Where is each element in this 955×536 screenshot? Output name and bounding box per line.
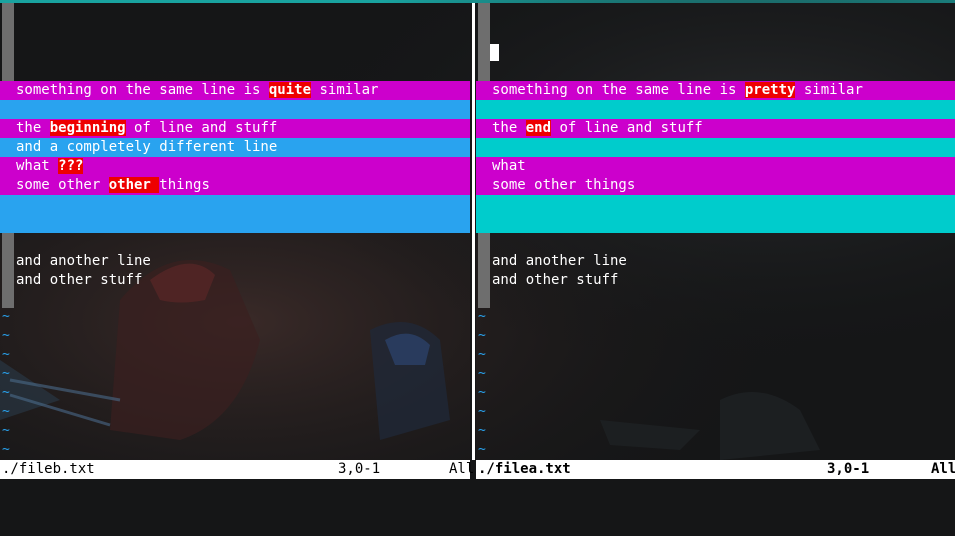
diff-line-changed[interactable]: the beginning of line and stuff <box>0 119 470 138</box>
empty-line-marker: ~ <box>2 309 10 324</box>
diff-text-highlight: other <box>108 177 160 193</box>
diff-line-added[interactable]: and a completely different line <box>0 138 470 157</box>
empty-line-marker: ~ <box>2 404 10 419</box>
diff-line-changed[interactable]: what ??? <box>0 157 470 176</box>
empty-line-marker: ~ <box>2 423 10 438</box>
status-filename: ./fileb.txt <box>2 461 95 477</box>
diff-filler-line <box>476 100 955 119</box>
diff-text-highlight: ??? <box>58 158 84 174</box>
diff-pane-left[interactable]: something on the same line is quite simi… <box>0 3 470 460</box>
empty-line-marker: ~ <box>2 328 10 343</box>
line-text: and other stuff <box>16 272 143 288</box>
empty-line-marker: ~ <box>478 328 486 343</box>
status-scroll-indicator: All <box>931 461 955 477</box>
status-scroll-indicator: All <box>449 461 475 477</box>
text-cursor <box>490 44 499 61</box>
line-text: what ??? <box>16 158 84 174</box>
diff-line-changed[interactable]: some other things <box>476 176 955 195</box>
empty-line-marker: ~ <box>2 366 10 381</box>
empty-line-marker: ~ <box>2 347 10 362</box>
diff-line-changed[interactable]: what <box>476 157 955 176</box>
divider-bar <box>472 3 475 460</box>
diff-line-changed[interactable]: the end of line and stuff <box>476 119 955 138</box>
empty-line-marker: ~ <box>2 385 10 400</box>
line-text: and another line <box>492 253 627 269</box>
line-text: some other other things <box>16 177 210 193</box>
text-line[interactable]: and another line <box>0 252 470 271</box>
diff-line-changed[interactable]: something on the same line is pretty sim… <box>476 81 955 100</box>
line-text: the end of line and stuff <box>492 120 703 136</box>
empty-line-marker: ~ <box>478 366 486 381</box>
command-line[interactable] <box>0 479 955 501</box>
status-line-left[interactable]: ./fileb.txt 3,0-1 All <box>0 460 474 479</box>
diff-line-added[interactable] <box>0 195 470 214</box>
diff-text-highlight: quite <box>268 82 312 98</box>
diff-filler-line <box>476 195 955 214</box>
diff-line-added[interactable] <box>0 214 470 233</box>
line-text: and other stuff <box>492 272 619 288</box>
diff-text-highlight: pretty <box>744 82 796 98</box>
line-text: something on the same line is pretty sim… <box>492 82 863 98</box>
line-text: and a completely different line <box>16 139 278 155</box>
line-text: what <box>492 158 526 174</box>
line-text: the beginning of line and stuff <box>16 120 278 136</box>
line-text: and another line <box>16 253 151 269</box>
empty-line-marker: ~ <box>478 404 486 419</box>
diff-pane-right[interactable]: something on the same line is pretty sim… <box>476 3 955 460</box>
text-line[interactable]: and other stuff <box>0 271 470 290</box>
text-line[interactable]: and other stuff <box>476 271 955 290</box>
status-cursor-position: 3,0-1 <box>338 461 381 477</box>
diff-text-highlight: beginning <box>49 120 126 136</box>
status-cursor-position: 3,0-1 <box>827 461 870 477</box>
empty-line-marker: ~ <box>478 309 486 324</box>
empty-line-marker: ~ <box>478 385 486 400</box>
diff-line-changed[interactable]: some other other things <box>0 176 470 195</box>
diff-filler-line <box>476 214 955 233</box>
empty-line-marker: ~ <box>478 423 486 438</box>
status-line-right[interactable]: ./filea.txt 3,0-1 All <box>476 460 955 479</box>
status-filename: ./filea.txt <box>478 461 571 477</box>
diff-text-highlight: end <box>525 120 552 136</box>
empty-line-marker: ~ <box>478 347 486 362</box>
text-line[interactable]: and another line <box>476 252 955 271</box>
diff-line-changed[interactable]: something on the same line is quite simi… <box>0 81 470 100</box>
diff-line-added[interactable] <box>0 100 470 119</box>
empty-line-marker: ~ <box>478 442 486 457</box>
line-text: something on the same line is quite simi… <box>16 82 379 98</box>
diff-filler-line <box>476 138 955 157</box>
line-text: some other things <box>492 177 636 193</box>
empty-line-marker: ~ <box>2 442 10 457</box>
